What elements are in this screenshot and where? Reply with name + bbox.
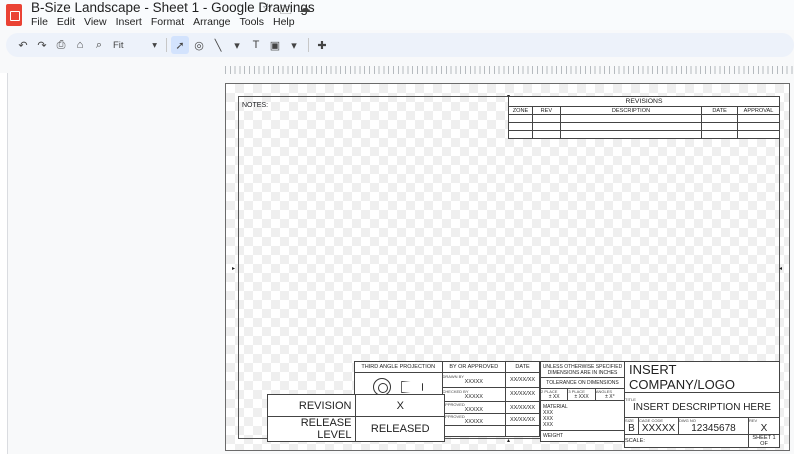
revisions-title: REVISIONS — [508, 96, 780, 107]
toolbar-divider — [308, 38, 309, 52]
drawing-canvas[interactable]: ▸ ◂ ▾ ▴ NOTES: REVISIONS ZONE REV DESCRI… — [225, 83, 790, 451]
approval-header: APPROVAL — [737, 106, 780, 115]
line-icon[interactable]: ╲ — [209, 36, 227, 54]
cage-cell[interactable]: CAGE CODE XXXXX — [638, 417, 679, 435]
image-dropdown-icon[interactable]: ▾ — [285, 36, 303, 54]
zoom-select[interactable]: Fit ▾ — [113, 40, 157, 51]
tolerance-table[interactable]: UNLESS OTHERWISE SPECIFIED DIMENSIONS AR… — [539, 361, 626, 442]
projection-cone-icon — [401, 381, 424, 393]
print-icon[interactable]: ⎙ — [52, 36, 70, 54]
toolbar-divider — [166, 38, 167, 52]
date-header: DATE — [701, 106, 739, 115]
left-arrow-icon: ▸ — [232, 266, 236, 272]
weight-cell[interactable]: WEIGHT — [540, 430, 625, 442]
zoom-value: Fit — [113, 39, 124, 51]
dwg-cell[interactable]: DWG NO 12345678 — [678, 417, 749, 435]
rev-header: REV — [531, 106, 561, 115]
shape-icon[interactable]: ◎ — [190, 36, 208, 54]
rev-cell[interactable]: REV X — [748, 417, 780, 435]
horizontal-ruler[interactable] — [225, 66, 794, 74]
menu-arrange[interactable]: Arrange — [193, 16, 230, 28]
drawn-date-cell[interactable]: XX/XX/XX — [505, 372, 540, 388]
vertical-ruler[interactable] — [0, 73, 8, 454]
release-level-label: RELEASE LEVEL — [266, 416, 357, 442]
two-place-cell[interactable]: 2 PLACE ± XX — [539, 388, 569, 401]
checked-date-cell[interactable]: XX/XX/XX — [505, 386, 540, 402]
company-logo[interactable]: INSERT COMPANY/LOGO — [624, 361, 780, 393]
menu-edit[interactable]: Edit — [57, 16, 75, 28]
description-header: DESCRIPTION — [559, 106, 703, 115]
notes-label: NOTES: — [242, 102, 269, 109]
approved-date-cell[interactable]: XX/XX/XX — [505, 413, 540, 426]
checked-by-cell[interactable]: CHECKED BY XXXXX — [441, 386, 507, 402]
title-table[interactable]: INSERT COMPANY/LOGO TITLE INSERT DESCRIPT… — [624, 361, 780, 448]
approved-cell[interactable]: APPROVED XXXXX — [441, 401, 507, 414]
projection-label: THIRD ANGLE PROJECTION — [354, 361, 443, 373]
zoom-icon[interactable]: ⌕ — [90, 36, 108, 54]
three-place-cell[interactable]: 3 PLACE ± XXX — [567, 388, 596, 401]
menu-insert[interactable]: Insert — [116, 16, 142, 28]
zone-header: ZONE — [508, 106, 533, 115]
text-box-icon[interactable]: T — [247, 36, 265, 54]
tolerance-label: TOLERANCE ON DIMENSIONS — [540, 377, 625, 389]
right-arrow-icon: ◂ — [779, 266, 783, 272]
menu-tools[interactable]: Tools — [239, 16, 264, 28]
revision-value[interactable]: X — [355, 394, 445, 417]
scale-cell[interactable]: SCALE: — [624, 434, 749, 448]
menu-help[interactable]: Help — [273, 16, 295, 28]
menu-view[interactable]: View — [84, 16, 107, 28]
undo-icon[interactable]: ↶ — [14, 36, 32, 54]
approved-cell[interactable]: APPROVED XXXXX — [441, 413, 507, 426]
menu-file[interactable]: File — [31, 16, 48, 28]
release-level-value[interactable]: RELEASED — [355, 416, 445, 442]
bottom-arrow-icon: ▴ — [507, 438, 511, 444]
size-cell[interactable]: SIZE B — [624, 417, 639, 435]
angles-cell[interactable]: ANGLES ± X° — [594, 388, 626, 401]
select-icon[interactable]: ➚ — [171, 36, 189, 54]
title-bar: B-Size Landscape - Sheet 1 - Google Draw… — [0, 0, 794, 30]
description-cell[interactable]: TITLE INSERT DESCRIPTION HERE — [624, 392, 780, 418]
add-comment-icon[interactable]: ✚ — [313, 36, 331, 54]
approved-date-cell[interactable]: XX/XX/XX — [505, 401, 540, 414]
menu-bar: File Edit View Insert Format Arrange Too… — [31, 16, 304, 28]
chevron-down-icon: ▾ — [152, 39, 157, 51]
sheet-cell[interactable]: SHEET 1 OF — [748, 434, 780, 448]
drawn-by-cell[interactable]: DRAWN BY XXXXX — [441, 372, 507, 388]
date-header: DATE — [505, 361, 540, 373]
toolbar: ↶ ↷ ⎙ ⌂ ⌕ Fit ▾ ➚ ◎ ╲ ▾ T ▣ ▾ ✚ — [6, 33, 794, 57]
menu-format[interactable]: Format — [151, 16, 184, 28]
drawings-app-icon[interactable] — [6, 4, 22, 26]
by-approved-header: BY OR APPROVED — [441, 361, 507, 373]
line-dropdown-icon[interactable]: ▾ — [228, 36, 246, 54]
paint-format-icon[interactable]: ⌂ — [71, 36, 89, 54]
material-cell[interactable]: MATERIAL XXX XXX XXX — [540, 400, 625, 431]
unless-specified: UNLESS OTHERWISE SPECIFIED DIMENSIONS AR… — [540, 361, 625, 378]
redo-icon[interactable]: ↷ — [33, 36, 51, 54]
image-icon[interactable]: ▣ — [266, 36, 284, 54]
revisions-table[interactable]: REVISIONS ZONE REV DESCRIPTION DATE APPR… — [508, 96, 780, 139]
release-table[interactable]: REVISION X RELEASE LEVEL RELEASED — [266, 394, 445, 442]
revision-label: REVISION — [266, 394, 357, 417]
